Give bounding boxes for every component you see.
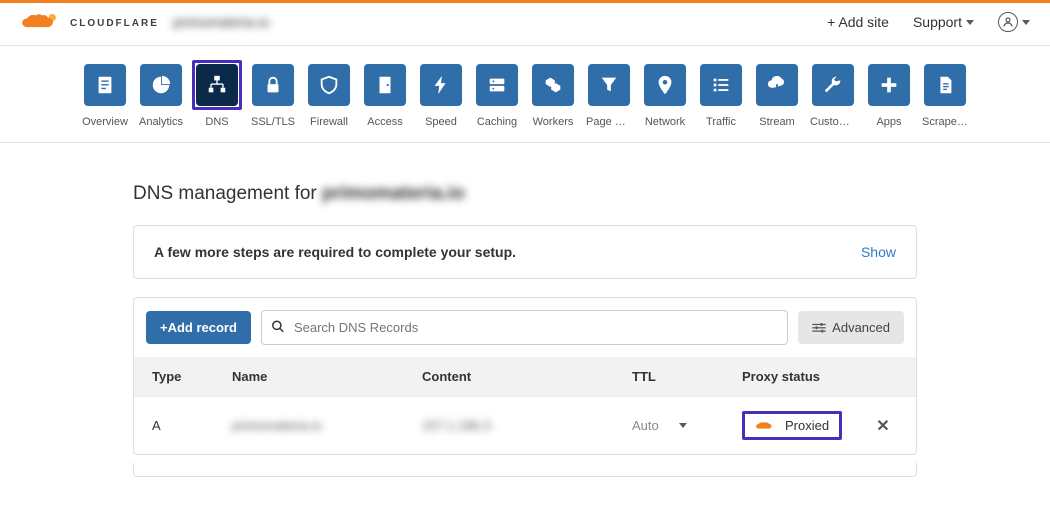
panel-footer-strip bbox=[133, 463, 917, 477]
sliders-icon bbox=[812, 323, 826, 333]
nav-item-traffic[interactable]: Traffic bbox=[698, 64, 744, 128]
main-content: DNS management for primomateria.io A few… bbox=[125, 183, 925, 477]
cloudflare-logo-icon bbox=[20, 11, 64, 33]
nav-label: Page Rules bbox=[586, 116, 632, 128]
advanced-button[interactable]: Advanced bbox=[798, 311, 904, 344]
list-icon bbox=[700, 64, 742, 106]
cell-proxy[interactable]: Proxied bbox=[742, 411, 868, 440]
nav-label: Caching bbox=[474, 116, 520, 128]
nav-label: Overview bbox=[82, 116, 128, 128]
header-bar: CLOUDFLARE primomateria.io + Add site Su… bbox=[0, 3, 1050, 46]
nav-label: Stream bbox=[754, 116, 800, 128]
dns-table: Type Name Content TTL Proxy status A pri… bbox=[134, 357, 916, 454]
plus-icon bbox=[868, 64, 910, 106]
nav-item-scrape-s-[interactable]: Scrape S… bbox=[922, 64, 968, 128]
pie-icon bbox=[140, 64, 182, 106]
support-label: Support bbox=[913, 14, 962, 30]
nav-item-network[interactable]: Network bbox=[642, 64, 688, 128]
cell-name: primomateria.io bbox=[232, 418, 422, 433]
table-header: Type Name Content TTL Proxy status bbox=[134, 357, 916, 396]
nav-item-access[interactable]: Access bbox=[362, 64, 408, 128]
nav-item-apps[interactable]: Apps bbox=[866, 64, 912, 128]
nav-label: Access bbox=[362, 116, 408, 128]
nav-tabs: Overview Analytics DNS SSL/TLS Firewall Acces… bbox=[0, 46, 1050, 143]
nav-item-speed[interactable]: Speed bbox=[418, 64, 464, 128]
nav-label: Workers bbox=[530, 116, 576, 128]
add-site-link[interactable]: + Add site bbox=[827, 14, 889, 30]
page-title-prefix: DNS management for bbox=[133, 183, 322, 204]
user-avatar-icon bbox=[998, 12, 1018, 32]
nav-item-workers[interactable]: Workers bbox=[530, 64, 576, 128]
search-input[interactable] bbox=[261, 310, 788, 345]
add-record-button[interactable]: +Add record bbox=[146, 311, 251, 344]
nav-label: Apps bbox=[866, 116, 912, 128]
hex-icon bbox=[532, 64, 574, 106]
drive-icon bbox=[476, 64, 518, 106]
search-icon bbox=[271, 319, 285, 336]
nav-item-caching[interactable]: Caching bbox=[474, 64, 520, 128]
nav-label: Network bbox=[642, 116, 688, 128]
nav-label: Speed bbox=[418, 116, 464, 128]
alert-show-link[interactable]: Show bbox=[861, 244, 896, 260]
cell-type: A bbox=[152, 418, 232, 433]
cell-ttl[interactable]: Auto bbox=[632, 418, 742, 433]
cell-content: 157.1.186.3 bbox=[422, 418, 632, 433]
nav-item-stream[interactable]: Stream bbox=[754, 64, 800, 128]
nav-item-analytics[interactable]: Analytics bbox=[138, 64, 184, 128]
nav-item-custom-p-[interactable]: Custom P… bbox=[810, 64, 856, 128]
search-wrapper bbox=[261, 310, 788, 345]
nav-label: Firewall bbox=[306, 116, 352, 128]
nav-item-firewall[interactable]: Firewall bbox=[306, 64, 352, 128]
th-type: Type bbox=[152, 369, 232, 384]
nav-label: Custom P… bbox=[810, 116, 856, 128]
th-ttl: TTL bbox=[632, 369, 742, 384]
clipboard-icon bbox=[84, 64, 126, 106]
bolt-icon bbox=[420, 64, 462, 106]
th-content: Content bbox=[422, 369, 632, 384]
nav-label: Analytics bbox=[138, 116, 184, 128]
th-proxy: Proxy status bbox=[742, 369, 898, 384]
panel-controls: +Add record Advanced bbox=[134, 298, 916, 357]
caret-down-icon bbox=[1022, 20, 1030, 25]
nav-item-overview[interactable]: Overview bbox=[82, 64, 128, 128]
shield-icon bbox=[308, 64, 350, 106]
cloud-down-icon bbox=[756, 64, 798, 106]
alert-text: A few more steps are required to complet… bbox=[154, 244, 516, 260]
door-icon bbox=[364, 64, 406, 106]
nav-label: Scrape S… bbox=[922, 116, 968, 128]
doc-icon bbox=[924, 64, 966, 106]
user-menu[interactable] bbox=[998, 12, 1030, 32]
proxy-label: Proxied bbox=[785, 418, 829, 433]
pin-icon bbox=[644, 64, 686, 106]
caret-down-icon bbox=[966, 20, 974, 25]
proxied-cloud-icon bbox=[755, 419, 777, 433]
page-title-domain: primomateria.io bbox=[322, 183, 465, 204]
funnel-icon bbox=[588, 64, 630, 106]
tree-icon bbox=[196, 64, 238, 106]
th-name: Name bbox=[232, 369, 422, 384]
ttl-value: Auto bbox=[632, 418, 659, 433]
wrench-icon bbox=[812, 64, 854, 106]
table-row[interactable]: A primomateria.io 157.1.186.3 Auto Proxi… bbox=[134, 396, 916, 454]
nav-item-page-rules[interactable]: Page Rules bbox=[586, 64, 632, 128]
header-domain-name[interactable]: primomateria.io bbox=[173, 14, 269, 30]
nav-item-dns[interactable]: DNS bbox=[194, 64, 240, 128]
caret-down-icon bbox=[679, 423, 687, 428]
lock-icon bbox=[252, 64, 294, 106]
support-menu[interactable]: Support bbox=[913, 14, 974, 30]
nav-item-ssl-tls[interactable]: SSL/TLS bbox=[250, 64, 296, 128]
brand-text: CLOUDFLARE bbox=[70, 18, 159, 29]
nav-label: Traffic bbox=[698, 116, 744, 128]
nav-label: SSL/TLS bbox=[250, 116, 296, 128]
nav-label: DNS bbox=[194, 116, 240, 128]
dns-panel: +Add record Advanced Type Name Content T… bbox=[133, 297, 917, 455]
advanced-label: Advanced bbox=[832, 320, 890, 335]
logo-block[interactable]: CLOUDFLARE bbox=[20, 11, 159, 33]
setup-alert: A few more steps are required to complet… bbox=[133, 225, 917, 279]
page-title: DNS management for primomateria.io bbox=[133, 183, 917, 205]
delete-row-button[interactable]: ✕ bbox=[876, 418, 889, 435]
